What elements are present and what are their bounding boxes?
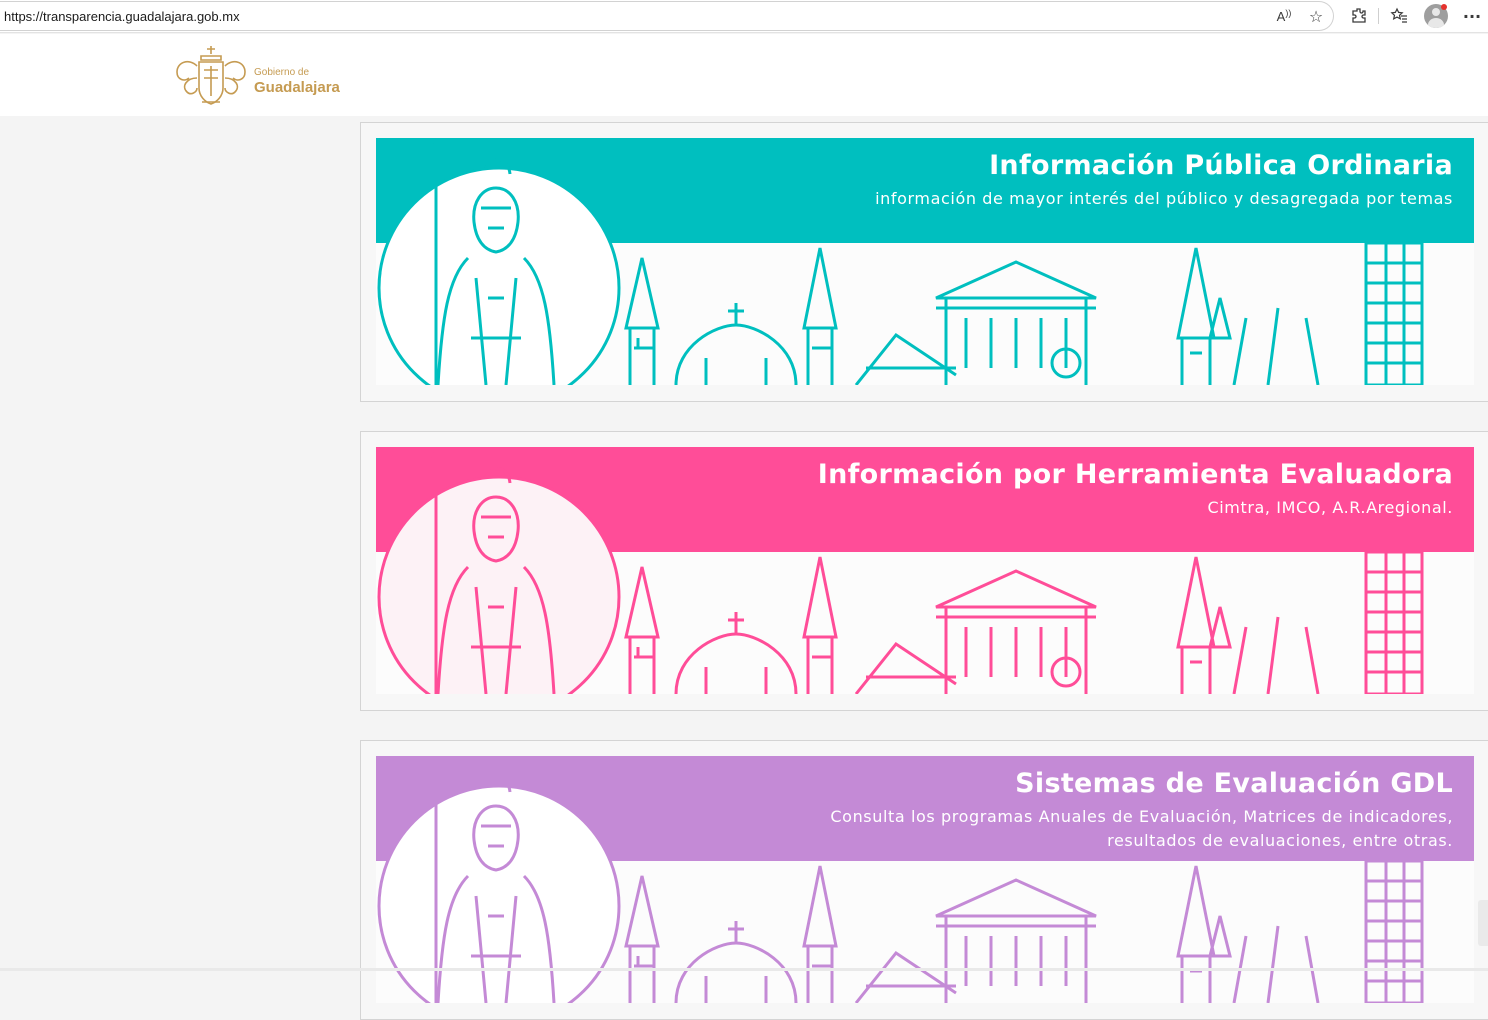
card-title: Información por Herramienta Evaluadora xyxy=(817,459,1453,490)
browser-toolbar: https://transparencia.guadalajara.gob.mx… xyxy=(0,0,1488,33)
logo-text-small: Gobierno de xyxy=(254,67,310,78)
more-menu-icon[interactable]: ··· xyxy=(1460,4,1484,28)
banner-informacion-publica[interactable]: Información Pública Ordinaria informació… xyxy=(376,138,1474,385)
card-subtitle: Consulta los programas Anuales de Evalua… xyxy=(830,805,1453,853)
guadalajara-logo[interactable]: Gobierno de Guadalajara xyxy=(172,42,372,108)
card-informacion-publica: Información Pública Ordinaria informació… xyxy=(360,122,1488,402)
extensions-icon[interactable] xyxy=(1347,4,1371,28)
card-title: Sistemas de Evaluación GDL xyxy=(1015,768,1453,799)
address-bar[interactable]: https://transparencia.guadalajara.gob.mx xyxy=(0,1,1334,31)
banner-herramienta-evaluadora[interactable]: Información por Herramienta Evaluadora C… xyxy=(376,447,1474,694)
card-subtitle-line1: Consulta los programas Anuales de Evalua… xyxy=(830,807,1453,826)
favorite-star-icon[interactable]: ☆ xyxy=(1304,4,1328,28)
url-text[interactable]: https://transparencia.guadalajara.gob.mx xyxy=(4,9,240,24)
card-subtitle-line2: resultados de evaluaciones, entre otras. xyxy=(1107,831,1453,850)
card-subtitle: Cimtra, IMCO, A.R.Aregional. xyxy=(1207,498,1453,517)
favorites-list-icon[interactable] xyxy=(1387,4,1411,28)
toolbar-divider xyxy=(1378,8,1379,24)
banner-sistemas-evaluacion[interactable]: Sistemas de Evaluación GDL Consulta los … xyxy=(376,756,1474,1003)
coat-of-arms-icon xyxy=(176,46,246,105)
card-herramienta-evaluadora: Información por Herramienta Evaluadora C… xyxy=(360,431,1488,711)
card-title: Información Pública Ordinaria xyxy=(989,150,1453,181)
read-aloud-icon[interactable]: A)) xyxy=(1272,4,1296,28)
page-scrollbar[interactable] xyxy=(1478,900,1488,946)
site-header: Gobierno de Guadalajara xyxy=(0,34,1488,116)
logo-text-big: Guadalajara xyxy=(254,79,340,96)
card-subtitle: información de mayor interés del público… xyxy=(875,189,1453,208)
notification-dot xyxy=(1441,4,1447,10)
card-sistemas-evaluacion: Sistemas de Evaluación GDL Consulta los … xyxy=(360,740,1488,1020)
